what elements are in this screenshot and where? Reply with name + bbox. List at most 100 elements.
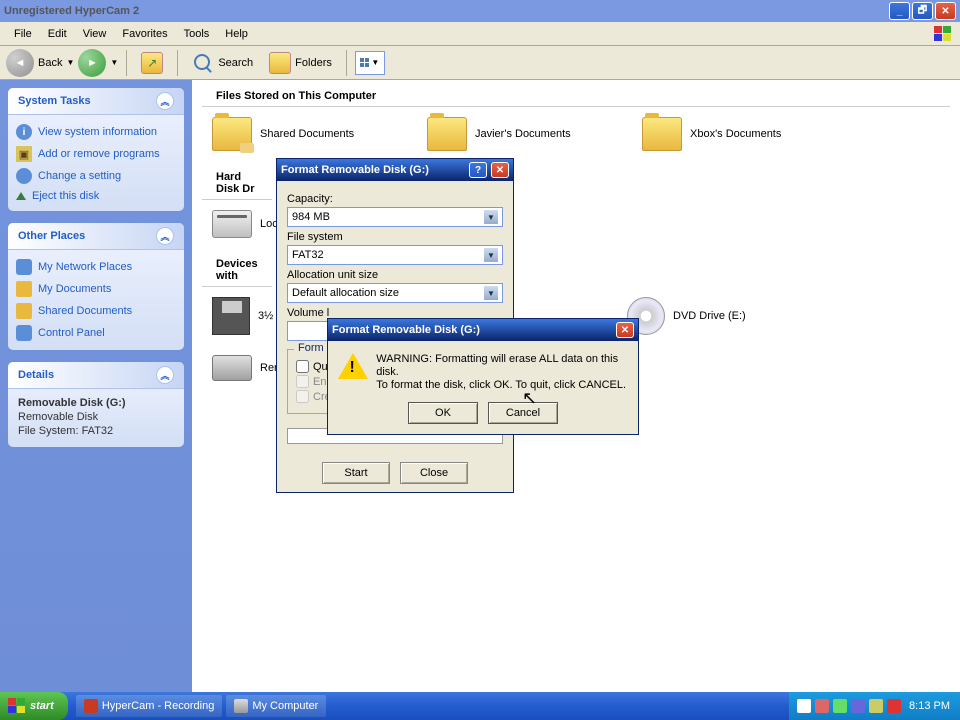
- control-panel-icon: [16, 325, 32, 341]
- other-places-panel: Other Places ︽ My Network Places My Docum…: [8, 223, 184, 350]
- windows-logo-icon: [930, 23, 954, 45]
- section-files: Files Stored on This Computer: [202, 80, 950, 107]
- warning-text: WARNING: Formatting will erase ALL data …: [376, 353, 628, 392]
- menu-tools[interactable]: Tools: [176, 26, 218, 42]
- sidebar-item-controlpanel[interactable]: Control Panel: [16, 322, 176, 344]
- up-button[interactable]: [135, 50, 169, 76]
- search-button[interactable]: Search: [186, 50, 259, 76]
- menu-edit[interactable]: Edit: [40, 26, 75, 42]
- info-icon: i: [16, 124, 32, 140]
- sidebar-item-shareddocs[interactable]: Shared Documents: [16, 300, 176, 322]
- folder-icon: [427, 117, 467, 151]
- collapse-icon[interactable]: ︽: [156, 366, 174, 384]
- tray-icon[interactable]: [887, 699, 901, 713]
- section-harddisk: Hard Disk Dr: [202, 161, 272, 200]
- maximize-button[interactable]: 🗗: [912, 2, 933, 20]
- sidebar-item-changesetting[interactable]: Change a setting: [16, 165, 176, 187]
- capacity-select[interactable]: 984 MB▼: [287, 207, 503, 227]
- floppy-icon: [212, 297, 250, 335]
- close-button[interactable]: ✕: [491, 162, 509, 178]
- section-devices: Devices with: [202, 248, 272, 287]
- forward-dropdown-icon[interactable]: ▼: [110, 58, 118, 67]
- gear-icon: [16, 168, 32, 184]
- documents-icon: [16, 281, 32, 297]
- collapse-icon[interactable]: ︽: [156, 92, 174, 110]
- close-button[interactable]: ✕: [935, 2, 956, 20]
- tray-icon[interactable]: [851, 699, 865, 713]
- programs-icon: ▣: [16, 146, 32, 162]
- forward-button[interactable]: ►: [78, 49, 106, 77]
- hdd-icon: [212, 210, 252, 238]
- filesystem-select[interactable]: FAT32▼: [287, 245, 503, 265]
- folder-icon: [212, 117, 252, 151]
- start-button[interactable]: start: [0, 692, 68, 720]
- details-name: Removable Disk (G:): [18, 397, 174, 409]
- menu-favorites[interactable]: Favorites: [114, 26, 175, 42]
- folders-icon: [269, 52, 291, 74]
- menu-help[interactable]: Help: [217, 26, 256, 42]
- help-button[interactable]: ?: [469, 162, 487, 178]
- folder-icon: [642, 117, 682, 151]
- start-button[interactable]: Start: [322, 462, 390, 484]
- folder-javiers-documents[interactable]: Javier's Documents: [427, 117, 622, 151]
- tray-icon[interactable]: [833, 699, 847, 713]
- back-button[interactable]: ◄: [6, 49, 34, 77]
- clock[interactable]: 8:13 PM: [909, 700, 950, 712]
- folders-button[interactable]: Folders: [263, 50, 338, 76]
- search-icon: [192, 52, 214, 74]
- other-places-title: Other Places: [18, 230, 85, 242]
- warning-dialog: Format Removable Disk (G:) ✕ WARNING: Fo…: [327, 318, 639, 435]
- back-dropdown-icon[interactable]: ▼: [66, 58, 74, 67]
- ok-button[interactable]: OK: [408, 402, 478, 424]
- details-title: Details: [18, 369, 54, 381]
- taskbar: start HyperCam - Recording My Computer 8…: [0, 692, 960, 720]
- tray-icon[interactable]: [797, 699, 811, 713]
- app-icon: [234, 699, 248, 713]
- sidebar-item-eject[interactable]: Eject this disk: [16, 187, 176, 205]
- chevron-down-icon: ▼: [484, 210, 498, 224]
- taskbar-item-hypercam[interactable]: HyperCam - Recording: [76, 695, 222, 717]
- folder-up-icon: [141, 52, 163, 74]
- allocation-select[interactable]: Default allocation size▼: [287, 283, 503, 303]
- window-titlebar: Unregistered HyperCam 2 _ 🗗 ✕: [0, 0, 960, 22]
- shared-docs-icon: [16, 303, 32, 319]
- format-dialog-title: Format Removable Disk (G:): [281, 164, 465, 176]
- chevron-down-icon: ▼: [484, 286, 498, 300]
- sidebar: System Tasks ︽ iView system information ▣…: [0, 80, 192, 694]
- details-panel: Details ︽ Removable Disk (G:) Removable D…: [8, 362, 184, 447]
- system-tasks-panel: System Tasks ︽ iView system information ▣…: [8, 88, 184, 211]
- allocation-label: Allocation unit size: [287, 269, 503, 281]
- drive-dvd[interactable]: DVD Drive (E:): [627, 297, 822, 335]
- close-button[interactable]: ✕: [616, 322, 634, 338]
- details-fs: File System: FAT32: [18, 425, 174, 437]
- collapse-icon[interactable]: ︽: [156, 227, 174, 245]
- app-icon: [84, 699, 98, 713]
- system-tray: 8:13 PM: [789, 692, 960, 720]
- views-button[interactable]: ▼: [355, 51, 385, 75]
- tray-icon[interactable]: [869, 699, 883, 713]
- sidebar-item-network[interactable]: My Network Places: [16, 256, 176, 278]
- removable-disk-icon: [212, 355, 252, 381]
- eject-icon: [16, 192, 26, 200]
- capacity-label: Capacity:: [287, 193, 503, 205]
- back-label: Back: [38, 57, 62, 69]
- filesystem-label: File system: [287, 231, 503, 243]
- folder-shared-documents[interactable]: Shared Documents: [212, 117, 407, 151]
- menu-view[interactable]: View: [75, 26, 115, 42]
- menu-bar: File Edit View Favorites Tools Help: [0, 22, 960, 46]
- cancel-button[interactable]: Cancel: [488, 402, 558, 424]
- toolbar: ◄ Back ▼ ► ▼ Search Folders ▼: [0, 46, 960, 80]
- tray-icon[interactable]: [815, 699, 829, 713]
- folder-xboxs-documents[interactable]: Xbox's Documents: [642, 117, 837, 151]
- sidebar-item-sysinfo[interactable]: iView system information: [16, 121, 176, 143]
- minimize-button[interactable]: _: [889, 2, 910, 20]
- details-type: Removable Disk: [18, 411, 174, 423]
- sidebar-item-addremove[interactable]: ▣Add or remove programs: [16, 143, 176, 165]
- system-tasks-title: System Tasks: [18, 95, 91, 107]
- format-options-label: Form: [294, 342, 328, 354]
- warning-dialog-title: Format Removable Disk (G:): [332, 324, 612, 336]
- taskbar-item-mycomputer[interactable]: My Computer: [226, 695, 326, 717]
- close-dialog-button[interactable]: Close: [400, 462, 468, 484]
- sidebar-item-mydocs[interactable]: My Documents: [16, 278, 176, 300]
- menu-file[interactable]: File: [6, 26, 40, 42]
